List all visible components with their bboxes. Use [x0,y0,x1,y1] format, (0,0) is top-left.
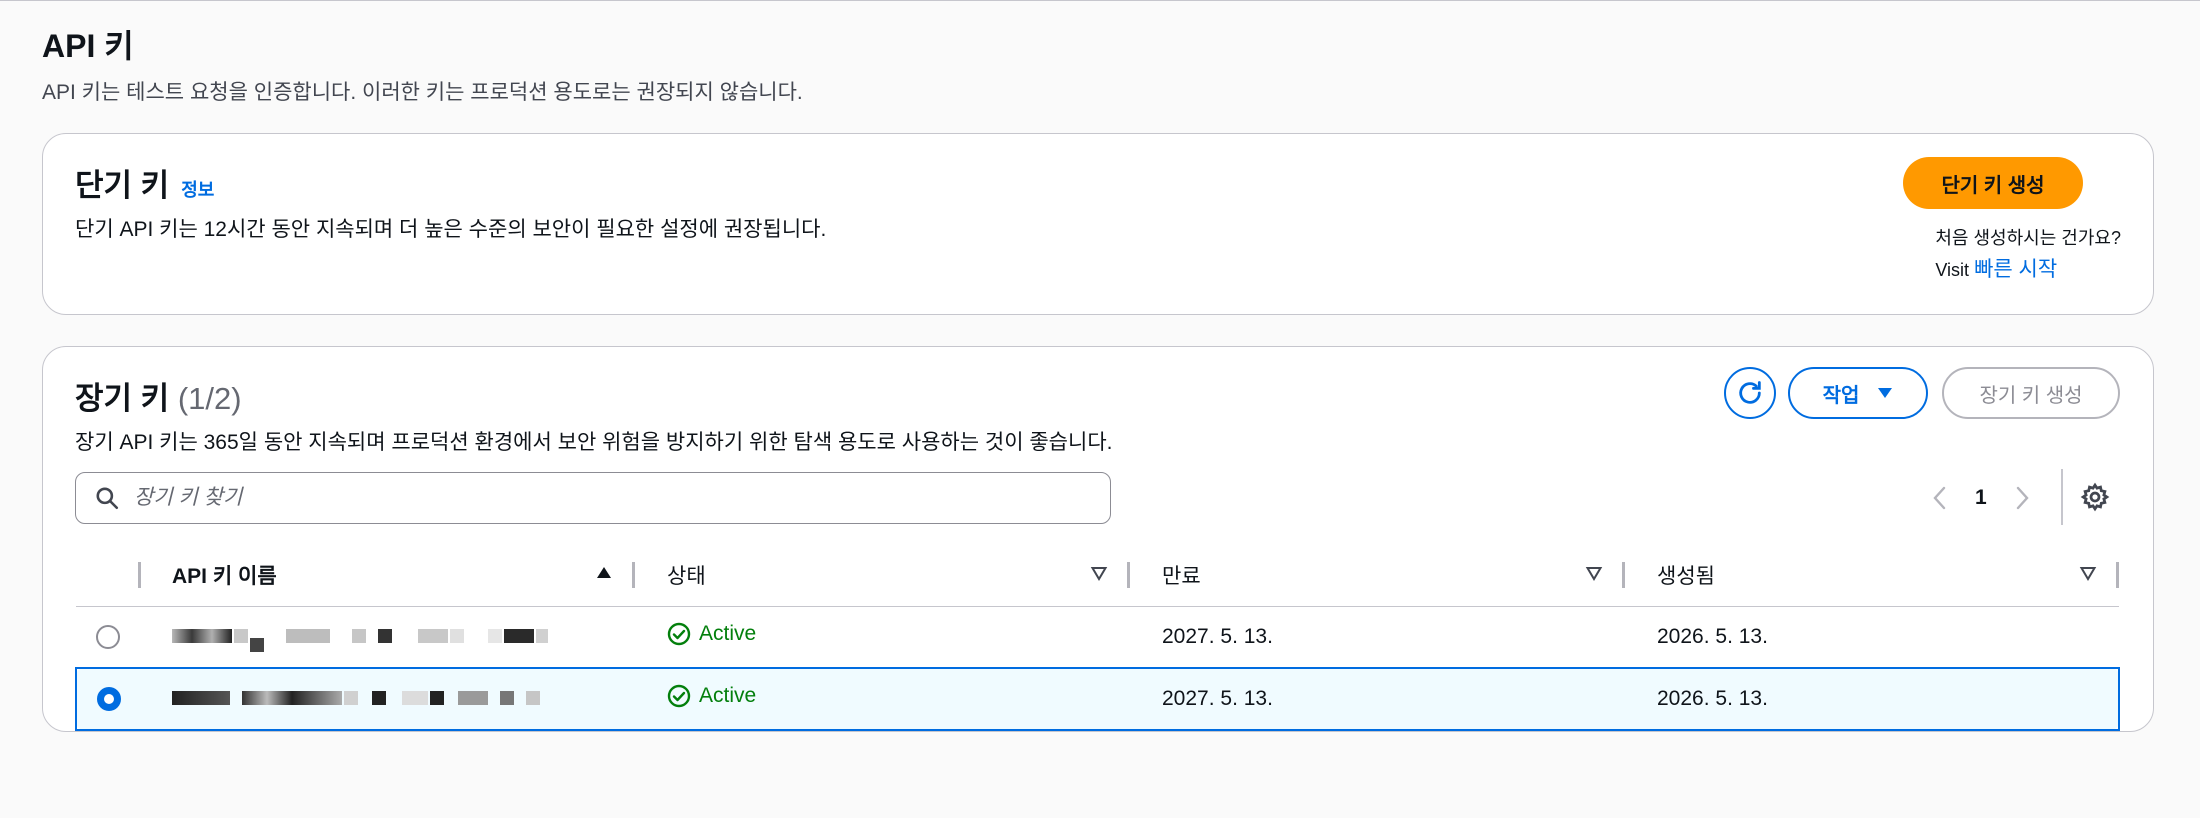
column-header-status[interactable]: 상태 [635,544,1130,607]
pagination: 1 [1931,475,2031,521]
status-cell: Active [635,667,1130,731]
row-radio-selected[interactable] [96,687,121,712]
status-indicator: Active [667,622,756,646]
long-keys-description: 장기 API 키는 365일 동안 지속되며 프로덕션 환경에서 보안 위험을 … [75,431,1113,454]
expires-cell: 2027. 5. 13. [1130,667,1625,731]
column-header-created[interactable]: 생성됨 [1625,544,2119,607]
first-time-hint: 처음 생성하시는 건가요? Visit 빠른 시작 [1935,222,2121,286]
key-name-cell [140,667,635,731]
status-check-icon [667,684,691,708]
status-indicator: Active [667,684,756,708]
first-time-text: 처음 생성하시는 건가요? [1935,228,2121,248]
pager-divider [2061,469,2063,525]
redacted-key-name [172,688,540,708]
column-header-name[interactable]: API 키 이름 [140,544,635,607]
actions-label: 작업 [1822,384,1860,407]
info-link[interactable]: 정보 [181,176,214,202]
short-keys-panel: 단기 키 정보 단기 API 키는 12시간 동안 지속되며 더 높은 수준의 … [42,133,2154,315]
row-select-cell[interactable] [75,667,140,731]
table-settings-button[interactable] [2077,479,2113,515]
search-icon [96,487,119,510]
long-keys-title: 장기 키 (1/2) [75,373,242,418]
chevron-right-icon[interactable] [2013,485,2031,511]
table-header-row: API 키 이름 상태 만료 생성됨 [76,544,2119,607]
search-input[interactable] [134,486,1110,510]
long-keys-panel: 장기 키 (1/2) 장기 API 키는 365일 동안 지속되며 프로덕션 환… [42,346,2154,732]
refresh-button[interactable] [1724,367,1776,419]
caret-down-icon [1878,388,1893,398]
visit-line: Visit 빠른 시작 [1935,254,2121,286]
status-check-icon [667,622,691,645]
quick-start-link[interactable]: 빠른 시작 [1974,258,2057,281]
sort-desc-icon [1585,567,1603,581]
long-keys-table: API 키 이름 상태 만료 생성됨 Active 2027. 5. 13. 2… [75,544,2120,731]
select-column-header [76,544,141,607]
chevron-left-icon[interactable] [1931,485,1949,511]
search-field[interactable] [75,472,1111,524]
status-text: Active [699,621,757,645]
gear-icon [2080,482,2110,512]
create-short-key-button[interactable]: 단기 키 생성 [1903,157,2083,209]
sort-asc-icon [597,567,611,578]
sort-desc-icon [1090,567,1108,581]
page-header: API 키 API 키는 테스트 요청을 인증합니다. 이러한 키는 프로덕션 … [42,26,803,106]
created-cell: 2026. 5. 13. [1625,606,2119,669]
status-cell: Active [635,606,1130,669]
long-keys-header: 장기 키 (1/2) [75,373,242,418]
page-number[interactable]: 1 [1975,486,1987,510]
row-select-cell[interactable] [76,606,140,669]
row-radio[interactable] [96,624,120,649]
key-name-cell [140,606,635,669]
status-text: Active [699,684,757,707]
expires-cell: 2027. 5. 13. [1130,606,1625,669]
short-keys-header: 단기 키 정보 [75,160,214,205]
sort-desc-icon [2079,567,2097,581]
redacted-key-name [172,626,548,652]
actions-dropdown-button[interactable]: 작업 [1788,367,1928,419]
page-title: API 키 [42,28,134,64]
short-keys-title: 단기 키 [75,168,170,203]
page-description: API 키는 테스트 요청을 인증합니다. 이러한 키는 프로덕션 용도로는 권… [42,81,803,104]
created-cell: 2026. 5. 13. [1625,667,2120,731]
column-resizer[interactable] [2116,562,2119,588]
table-row-selected[interactable]: Active 2027. 5. 13. 2026. 5. 13. [75,667,2120,731]
table-row[interactable]: Active 2027. 5. 13. 2026. 5. 13. [76,606,2119,669]
long-keys-count: (1/2) [177,381,242,416]
visit-label: Visit [1935,260,1970,280]
create-long-key-button[interactable]: 장기 키 생성 [1942,367,2120,419]
long-keys-title-text: 장기 키 [75,381,170,416]
short-keys-description: 단기 API 키는 12시간 동안 지속되며 더 높은 수준의 보안이 필요한 … [75,218,827,241]
column-header-expires[interactable]: 만료 [1130,544,1625,607]
refresh-icon [1739,381,1761,404]
